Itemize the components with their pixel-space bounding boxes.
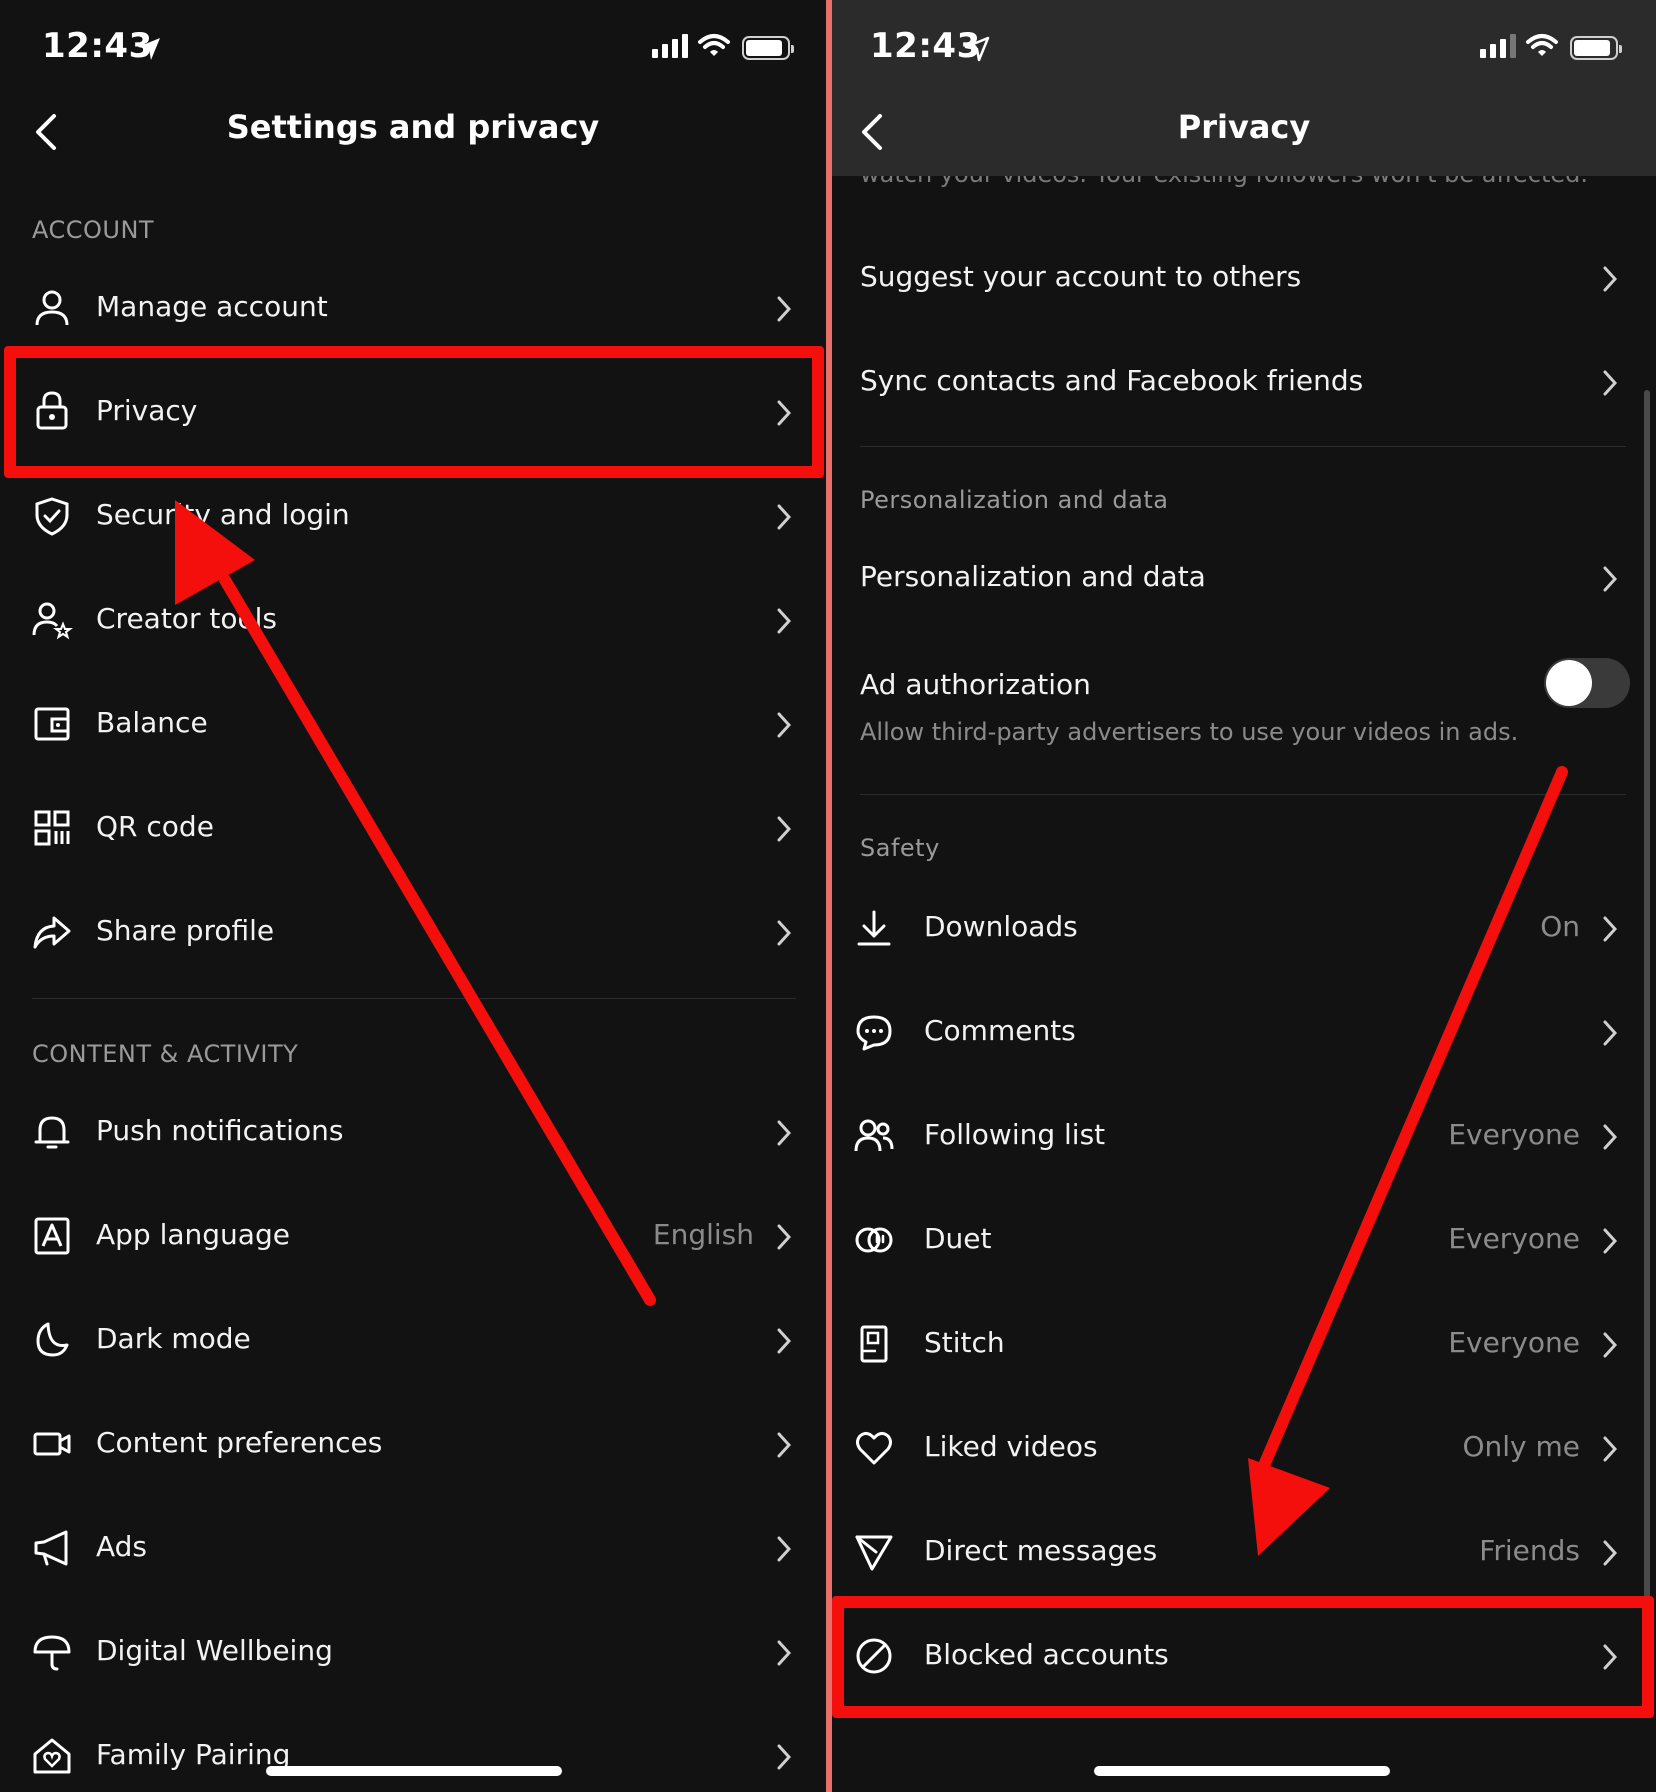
settings-and-privacy-screen: 12:43 Settings and privacy ACCOUNT Manag… [0, 0, 826, 1792]
annotation-arrow-down-icon [1248, 766, 1568, 1556]
annotation-arrow-up-icon [175, 500, 656, 1306]
privacy-screen: watch your videos. Your existing followe… [832, 0, 1656, 1792]
